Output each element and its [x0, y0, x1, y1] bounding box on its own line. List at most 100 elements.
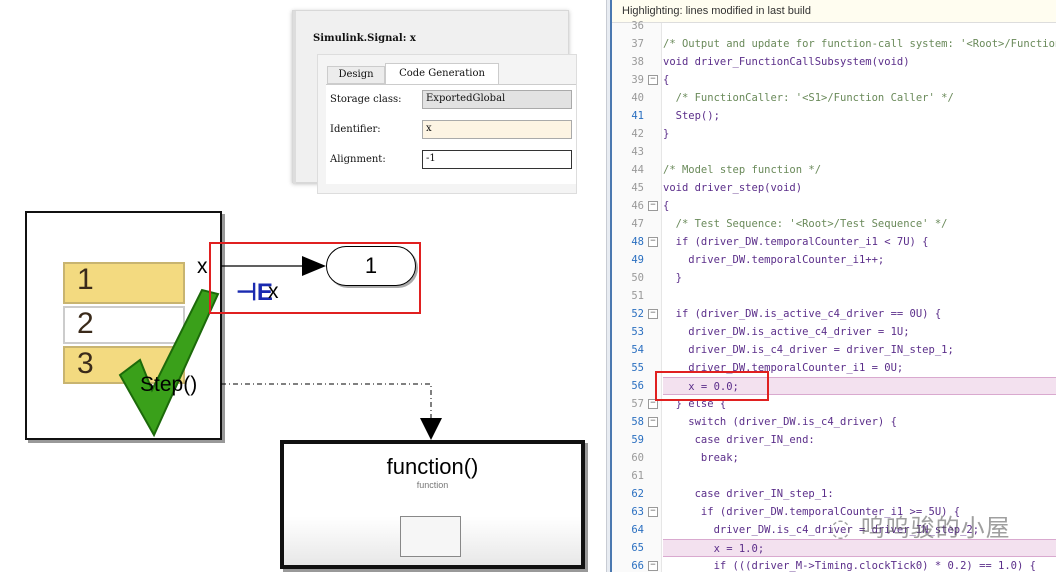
code-text: Step();: [663, 110, 720, 122]
line-number: 43: [631, 146, 644, 158]
function-block-title: function(): [386, 454, 479, 479]
line-number: 51: [631, 290, 644, 302]
code-line: 39−{: [612, 71, 1056, 89]
subsystem-preview-icon: [400, 516, 461, 557]
fold-toggle-icon[interactable]: −: [648, 561, 658, 571]
line-number: 57: [631, 398, 644, 410]
code-line: 49 driver_DW.temporalCounter_i1++;: [612, 251, 1056, 269]
storage-class-label: Storage class:: [330, 94, 402, 105]
signal-properties-dialog: Simulink.Signal: x Design Code Generatio…: [292, 10, 577, 194]
line-number: 49: [631, 254, 644, 266]
simulink-canvas[interactable]: 1 2 3 x Step() 1 ⊣E x function() functio…: [0, 0, 606, 572]
code-text: switch (driver_DW.is_c4_driver) {: [663, 416, 897, 428]
code-line: 36: [612, 17, 1056, 35]
code-text: break;: [663, 452, 739, 464]
highlight-box: [209, 242, 421, 314]
code-text: {: [663, 200, 670, 212]
code-text: /* Output and update for function-call s…: [663, 38, 1056, 50]
line-number: 46: [631, 200, 644, 212]
line-number: 54: [631, 344, 644, 356]
line-number: 59: [631, 434, 644, 446]
code-line: 62 case driver_IN_step_1:: [612, 485, 1056, 503]
code-text: case driver_IN_end:: [663, 434, 815, 446]
code-line: 48− if (driver_DW.temporalCounter_i1 < 7…: [612, 233, 1056, 251]
fold-toggle-icon[interactable]: −: [648, 75, 658, 85]
line-number: 40: [631, 92, 644, 104]
fold-toggle-icon[interactable]: −: [648, 201, 658, 211]
identifier-input[interactable]: x: [422, 120, 572, 139]
line-number: 64: [631, 524, 644, 536]
code-line: 46−{: [612, 197, 1056, 215]
tab-code-generation[interactable]: Code Generation: [385, 63, 499, 85]
storage-class-select[interactable]: ExportedGlobal: [422, 90, 572, 109]
function-call-line: [221, 383, 432, 420]
code-line: 58− switch (driver_DW.is_c4_driver) {: [612, 413, 1056, 431]
code-text: /* FunctionCaller: '<S1>/Function Caller…: [663, 92, 954, 104]
function-call-subsystem-block[interactable]: function() function: [280, 440, 585, 569]
line-number: 36: [631, 20, 644, 32]
dialog-title: Simulink.Signal: x: [313, 33, 416, 44]
code-text: driver_DW.temporalCounter_i1++;: [663, 254, 885, 266]
code-line: 53 driver_DW.is_active_c4_driver = 1U;: [612, 323, 1056, 341]
line-number: 39: [631, 74, 644, 86]
line-number: 37: [631, 38, 644, 50]
line-number: 38: [631, 56, 644, 68]
alignment-label: Alignment:: [330, 154, 386, 165]
code-text: /* Test Sequence: '<Root>/Test Sequence'…: [663, 218, 948, 230]
code-text: if (((driver_M->Timing.clockTick0) * 0.2…: [663, 560, 1036, 572]
code-text: if (driver_DW.is_active_c4_driver == 0U)…: [663, 308, 942, 320]
line-number: 62: [631, 488, 644, 500]
code-line: 45 void driver_step(void): [612, 179, 1056, 197]
line-number: 52: [631, 308, 644, 320]
code-text: /* Model step function */: [663, 164, 822, 176]
line-number: 58: [631, 416, 644, 428]
line-number: 60: [631, 452, 644, 464]
line-number: 66: [631, 560, 644, 572]
code-text: if (driver_DW.temporalCounter_i1 < 7U) {: [663, 236, 929, 248]
line-number: 47: [631, 218, 644, 230]
code-line: 60 break;: [612, 449, 1056, 467]
code-line: 54 driver_DW.is_c4_driver = driver_IN_st…: [612, 341, 1056, 359]
code-line: 59 case driver_IN_end:: [612, 431, 1056, 449]
fold-toggle-icon[interactable]: −: [648, 507, 658, 517]
fold-toggle-icon[interactable]: −: [648, 417, 658, 427]
code-line: 38 void driver_FunctionCallSubsystem(void…: [612, 53, 1056, 71]
code-line: 40 /* FunctionCaller: '<S1>/Function Cal…: [612, 89, 1056, 107]
highlight-box: [655, 371, 769, 401]
code-line: 37 /* Output and update for function-call…: [612, 35, 1056, 53]
tab-design[interactable]: Design: [327, 66, 385, 84]
line-number: 45: [631, 182, 644, 194]
fold-toggle-icon[interactable]: −: [648, 309, 658, 319]
code-line: 61: [612, 467, 1056, 485]
line-number: 41: [631, 110, 644, 122]
line-number: 42: [631, 128, 644, 140]
code-line: 51: [612, 287, 1056, 305]
line-number: 50: [631, 272, 644, 284]
watermark-text: 呜呜骏的小屋: [860, 514, 1011, 542]
line-number: 55: [631, 362, 644, 374]
line-number: 61: [631, 470, 644, 482]
code-text: driver_DW.is_active_c4_driver = 1U;: [663, 326, 910, 338]
code-line: 47 /* Test Sequence: '<Root>/Test Sequen…: [612, 215, 1056, 233]
code-line: 50 }: [612, 269, 1056, 287]
code-text: driver_DW.is_c4_driver = driver_IN_step_…: [663, 344, 954, 356]
alignment-input[interactable]: -1: [422, 150, 572, 169]
line-number: 56: [631, 380, 644, 392]
watermark: ◌ 呜呜骏的小屋: [830, 514, 1011, 542]
arrow-head: [420, 418, 442, 440]
code-text: void driver_step(void): [663, 182, 803, 194]
code-view-panel: Highlighting: lines modified in last bui…: [612, 0, 1056, 572]
fold-toggle-icon[interactable]: −: [648, 237, 658, 247]
line-number: 53: [631, 326, 644, 338]
line-number: 48: [631, 236, 644, 248]
identifier-label: Identifier:: [330, 124, 381, 135]
code-text: }: [663, 128, 670, 140]
line-number: 65: [631, 542, 644, 554]
line-number: 44: [631, 164, 644, 176]
code-line: 43: [612, 143, 1056, 161]
function-block-subtitle: function: [416, 480, 449, 490]
